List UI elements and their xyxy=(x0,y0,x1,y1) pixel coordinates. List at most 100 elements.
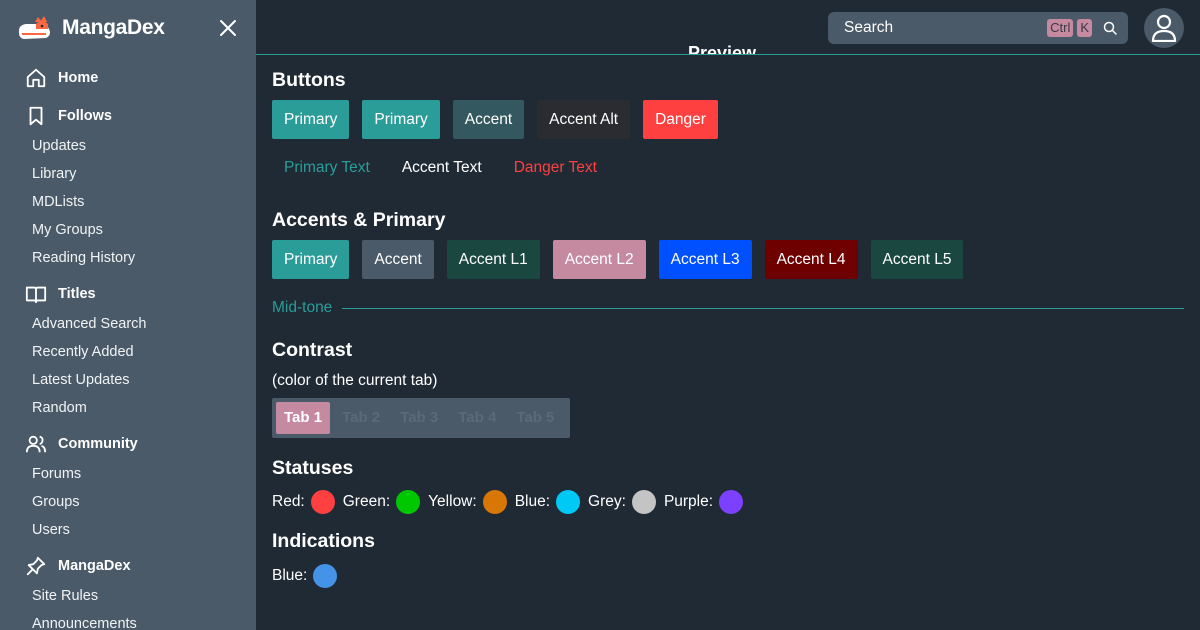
book-open-icon xyxy=(24,282,48,306)
shortcut-k-badge: K xyxy=(1077,19,1092,37)
midtone-label: Mid-tone xyxy=(272,299,333,316)
accent-l5-swatch-button[interactable]: Accent L5 xyxy=(870,240,964,279)
tab-tab-5[interactable]: Tab 5 xyxy=(508,402,562,434)
accent-text-button[interactable]: Accent Text xyxy=(390,159,494,177)
preview-title: Preview xyxy=(688,43,757,54)
status-label: Grey: xyxy=(588,493,626,510)
purple-status-dot xyxy=(719,490,744,514)
pin-icon xyxy=(24,554,48,578)
danger-text-button[interactable]: Danger Text xyxy=(502,159,609,177)
home-icon xyxy=(24,66,48,90)
sidebar-item-my-groups[interactable]: My Groups xyxy=(0,216,256,244)
header-divider xyxy=(256,54,1200,55)
midtone-divider: Mid-tone xyxy=(272,280,1184,336)
accent-l3-swatch-button[interactable]: Accent L3 xyxy=(658,240,752,279)
search-input[interactable]: Search Ctrl K xyxy=(828,12,1128,44)
divider-line xyxy=(342,307,1184,309)
accent-l4-swatch-button[interactable]: Accent L4 xyxy=(764,240,858,279)
sidebar-item-reading-history[interactable]: Reading History xyxy=(0,244,256,272)
user-icon xyxy=(1151,14,1177,42)
status-label: Red: xyxy=(272,493,305,510)
brand-name: MangaDex xyxy=(62,16,165,39)
close-icon[interactable] xyxy=(216,16,240,40)
blue-status-dot xyxy=(313,564,338,588)
primary-button[interactable]: Primary xyxy=(272,100,350,139)
users-icon xyxy=(24,432,48,456)
status-label: Yellow: xyxy=(428,493,477,510)
status-item: Purple: xyxy=(663,490,744,514)
status-item: Grey: xyxy=(588,490,656,514)
tab-bar: Tab 1 Tab 2 Tab 3 Tab 4 Tab 5 xyxy=(272,398,571,438)
status-item: Red: xyxy=(272,490,335,514)
sidebar-item-groups[interactable]: Groups xyxy=(0,488,256,516)
primary-swatch-button[interactable]: Primary xyxy=(272,240,350,279)
avatar[interactable] xyxy=(1144,8,1184,48)
contrast-heading: Contrast xyxy=(272,339,353,361)
status-item: Blue: xyxy=(514,490,581,514)
brand[interactable]: MangaDex xyxy=(16,12,165,44)
red-status-dot xyxy=(310,490,335,514)
shortcut-ctrl-badge: Ctrl xyxy=(1047,19,1074,37)
accent-button[interactable]: Accent xyxy=(452,100,525,139)
tab-tab-4[interactable]: Tab 4 xyxy=(450,402,504,434)
mangadex-cat-logo-icon xyxy=(18,16,50,39)
accent-l1-swatch-button[interactable]: Accent L1 xyxy=(446,240,540,279)
sidebar-nav: Home Follows Updates Library MDLists My … xyxy=(0,62,256,630)
sidebar-section-titles[interactable]: Titles xyxy=(0,278,256,310)
accents-row: Primary Accent Accent L1 Accent L2 Accent L3… xyxy=(272,240,1184,280)
statuses-heading: Statuses xyxy=(272,457,354,479)
sidebar-item-latest-updates[interactable]: Latest Updates xyxy=(0,366,256,394)
status-label: Purple: xyxy=(663,493,714,510)
yellow-status-dot xyxy=(482,490,507,514)
accent-swatch-button[interactable]: Accent xyxy=(362,240,434,279)
status-label: Blue: xyxy=(514,493,551,510)
tab-tab-3[interactable]: Tab 3 xyxy=(392,402,446,434)
sidebar-section-label: Home xyxy=(58,70,99,86)
sidebar-section-label: Community xyxy=(58,436,138,452)
status-item: Blue: xyxy=(272,564,338,588)
indications-heading: Indications xyxy=(272,530,375,552)
status-item: Green: xyxy=(342,490,421,514)
sidebar-section-home[interactable]: Home xyxy=(0,62,256,94)
sidebar-item-mdlists[interactable]: MDLists xyxy=(0,188,256,216)
buttons-heading: Buttons xyxy=(272,69,346,91)
grey-status-dot xyxy=(631,490,656,514)
bookmark-icon xyxy=(24,104,48,128)
buttons-row: Primary Primary Accent Accent Alt Danger xyxy=(272,100,1184,140)
sidebar-section-label: Follows xyxy=(58,108,112,124)
tab-tab-1[interactable]: Tab 1 xyxy=(276,402,331,434)
status-item: Yellow: xyxy=(428,490,507,514)
danger-button[interactable]: Danger xyxy=(643,100,718,139)
status-label: Blue: xyxy=(272,567,308,584)
main-content: Buttons Primary Primary Accent Accent Alt Da… xyxy=(272,60,1184,594)
sidebar-item-advanced-search[interactable]: Advanced Search xyxy=(0,310,256,338)
accents-heading: Accents & Primary xyxy=(272,209,446,231)
search-placeholder: Search xyxy=(844,19,894,36)
sidebar-item-library[interactable]: Library xyxy=(0,160,256,188)
tab-tab-2[interactable]: Tab 2 xyxy=(334,402,388,434)
sidebar-item-recently-added[interactable]: Recently Added xyxy=(0,338,256,366)
accent-l2-swatch-button[interactable]: Accent L2 xyxy=(552,240,646,279)
accent-alt-button[interactable]: Accent Alt xyxy=(537,100,631,139)
sidebar-item-site-rules[interactable]: Site Rules xyxy=(0,582,256,610)
green-status-dot xyxy=(396,490,421,514)
sidebar-section-label: Titles xyxy=(58,286,96,302)
sidebar-section-community[interactable]: Community xyxy=(0,428,256,460)
sidebar-section-follows[interactable]: Follows xyxy=(0,100,256,132)
blue-status-dot xyxy=(556,490,581,514)
statuses-row: Red: Green: Yellow: Blue: Grey: Purple: xyxy=(272,484,1184,520)
sidebar-section-label: MangaDex xyxy=(58,558,131,574)
sidebar-item-announcements[interactable]: Announcements xyxy=(0,610,256,630)
status-label: Green: xyxy=(342,493,391,510)
indications-row: Blue: xyxy=(272,558,1184,594)
primary-button[interactable]: Primary xyxy=(362,100,440,139)
search-icon xyxy=(1103,21,1117,35)
sidebar-item-random[interactable]: Random xyxy=(0,394,256,422)
sidebar-item-forums[interactable]: Forums xyxy=(0,460,256,488)
sidebar-section-mangadex[interactable]: MangaDex xyxy=(0,550,256,582)
sidebar: MangaDex Home Follows Updates Library MD… xyxy=(0,0,256,630)
text-buttons-row: Primary Text Accent Text Danger Text xyxy=(272,140,1184,196)
primary-text-button[interactable]: Primary Text xyxy=(272,159,382,177)
sidebar-item-updates[interactable]: Updates xyxy=(0,132,256,160)
sidebar-item-users[interactable]: Users xyxy=(0,516,256,544)
